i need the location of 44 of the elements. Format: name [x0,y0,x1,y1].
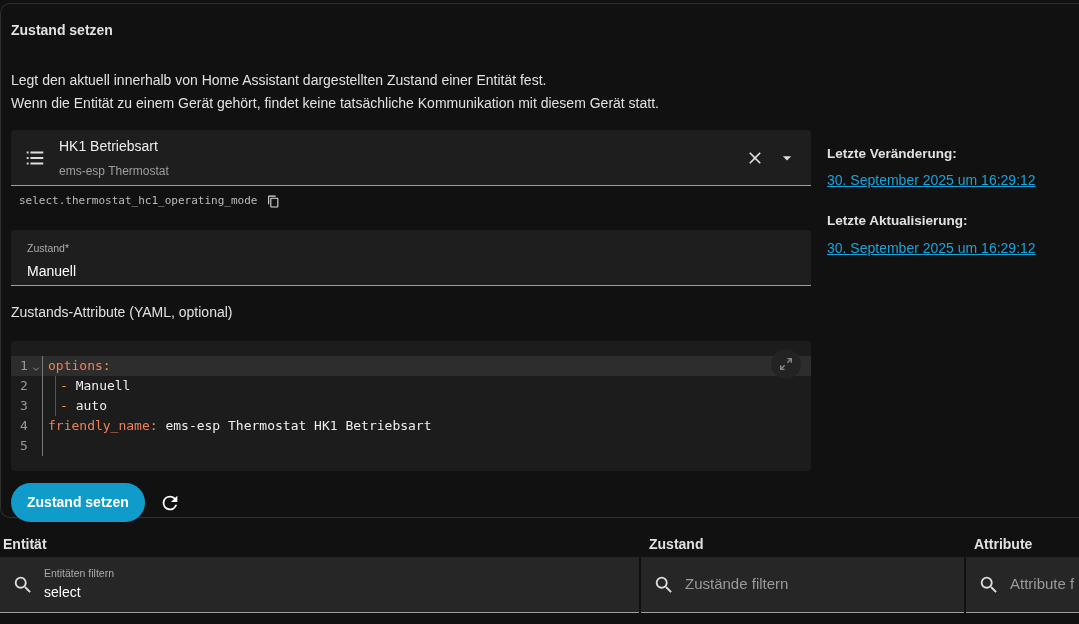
code-token: Manuell [75,377,131,396]
code-token: ems-esp Thermostat HK1 Betriebsart [165,417,432,436]
state-field[interactable]: Zustand* Manuell [11,230,811,286]
column-header: Zustand [649,534,704,554]
code-token: friendly_name [48,417,150,436]
line-number: 1 [20,357,28,376]
device-name: ems-esp Thermostat [59,162,170,180]
field-value: Manuell [27,261,78,281]
date-link[interactable]: 30. September 2025 um 16:29:12 [827,170,1036,192]
description-text: Wenn die Entität zu einem Gerät gehört, findet keine tatsächliche Kommunikation mit diesem Gerät statt. [11,94,660,113]
info-label: Letzte Aktualisierung: [827,212,969,231]
code-token: : [149,417,159,436]
field-label: Entitäten filtern [44,566,115,582]
line-number: 5 [20,437,28,456]
card-title: Zustand setzen [11,21,114,40]
filter-field[interactable]: Zustände filtern [641,557,964,613]
code-token: - [60,397,69,416]
attributes-label: Zustands-Attribute (YAML, optional) [11,303,234,322]
expand-icon [778,356,794,372]
date-link[interactable]: 30. September 2025 um 16:29:12 [827,237,1036,259]
filter-field[interactable]: Attribute f [966,557,1079,613]
entity-name: HK1 Betriebsart [59,136,159,156]
field-placeholder: Attribute f [1010,574,1075,595]
code-token: : [102,357,111,376]
expand-button[interactable] [771,349,801,379]
field-value: select [44,582,82,602]
info-label: Letzte Veränderung: [827,145,958,163]
code-token: - [60,377,69,396]
fold-icon[interactable] [31,364,40,373]
line-number: 3 [20,397,28,416]
code-token: options [48,357,103,376]
column-header: Attribute [974,534,1033,554]
line-number: 4 [20,417,28,436]
field-placeholder: Zustände filtern [685,574,789,595]
line-number: 2 [20,377,28,396]
entity-picker[interactable]: HK1 Betriebsart ems-esp Thermostat [11,130,811,186]
code-token: auto [75,397,107,416]
copy-icon[interactable] [267,195,281,208]
column-header: Entität [3,534,47,554]
entity-id: select.thermostat_hc1_operating_mode [19,193,258,210]
field-label: Zustand* [27,241,71,256]
code-editor[interactable]: 1 options: 2 - Manuell 3 - auto 4 friendly_name: ems-esp Thermostat HK1 Betriebsart 5 [11,341,811,471]
filter-field[interactable]: Entitäten filtern select [0,557,639,613]
description-text: Legt den aktuell innerhalb von Home Assistant dargestellten Zustand einer Entität fest. [11,71,548,90]
